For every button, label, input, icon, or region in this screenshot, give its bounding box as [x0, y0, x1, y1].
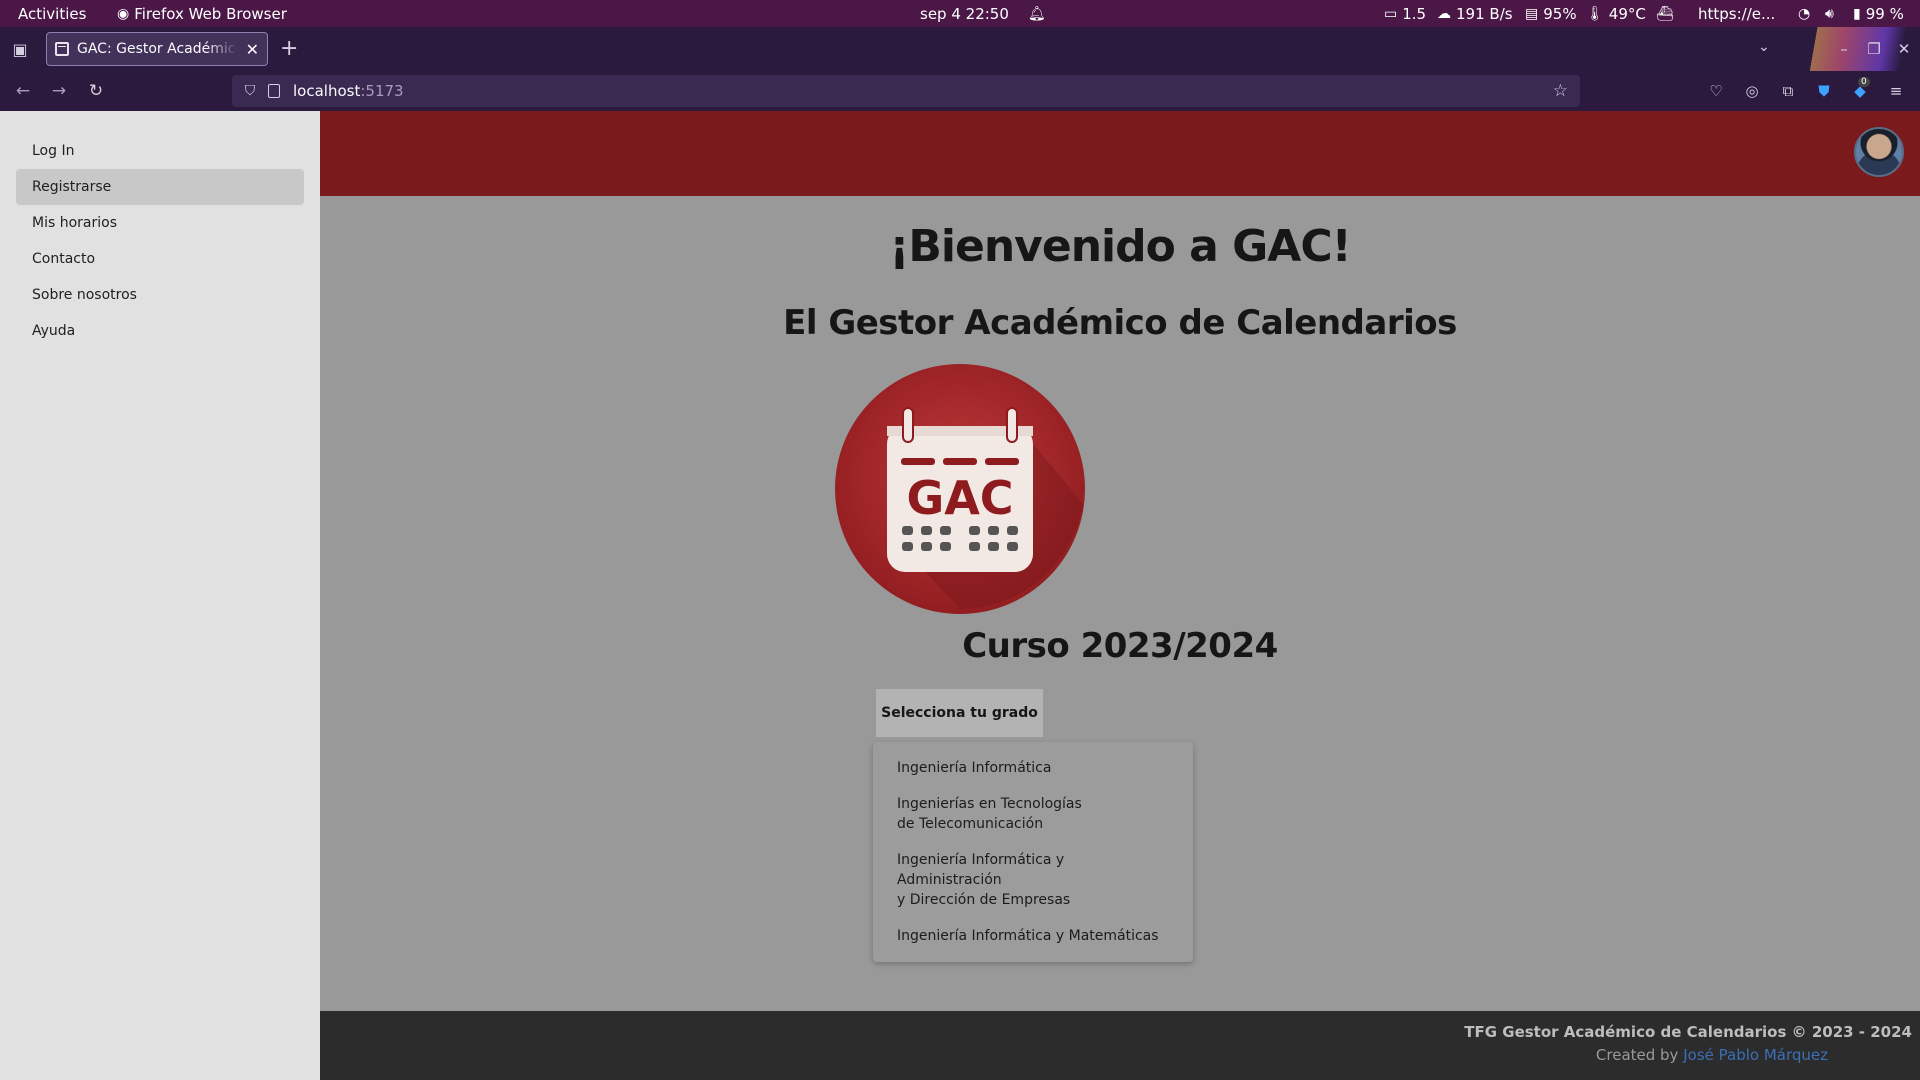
- sidebar-item-log-in[interactable]: Log In: [16, 133, 304, 169]
- url-host: localhost: [293, 82, 361, 100]
- extensions-puzzle-icon[interactable]: ⧉: [1777, 80, 1799, 102]
- url-indicator[interactable]: https://e...: [1698, 0, 1775, 27]
- monitor-indicator[interactable]: ▭ 1.5: [1384, 0, 1426, 27]
- reload-icon[interactable]: ↻: [84, 79, 108, 103]
- select-grade-button[interactable]: Selecciona tu grado: [876, 689, 1043, 737]
- battery-value: 99 %: [1865, 4, 1904, 23]
- grade-option[interactable]: Ingeniería Informática y Matemáticas: [873, 918, 1193, 954]
- gac-logo: GAC: [835, 364, 1085, 614]
- hamburger-menu-icon[interactable]: ≡: [1885, 80, 1907, 102]
- tab-title: GAC: Gestor Académico de Calendarios: [77, 41, 238, 57]
- wifi-status[interactable]: ◔: [1798, 0, 1810, 27]
- new-tab-icon[interactable]: +: [280, 37, 298, 61]
- close-tab-icon[interactable]: ✕: [246, 40, 259, 59]
- volume-status[interactable]: 🔊︎: [1825, 0, 1834, 27]
- clock[interactable]: sep 4 22:50 🔔︎: [920, 0, 1046, 27]
- sidebar-item-contacto[interactable]: Contacto: [16, 241, 304, 277]
- footer-credits: Created by José Pablo Márquez: [320, 1046, 1912, 1064]
- activities-button[interactable]: Activities: [18, 0, 86, 27]
- chevron-down-icon[interactable]: ⌄: [1758, 39, 1770, 55]
- tray-app[interactable]: ⛴: [1656, 0, 1674, 27]
- wifi-icon: ◔: [1798, 5, 1811, 22]
- pocket-icon[interactable]: ♡: [1705, 80, 1727, 102]
- volume-icon: 🔊︎: [1825, 5, 1834, 22]
- monitor-value: 1.5: [1402, 4, 1427, 23]
- network-indicator[interactable]: ☁ 191 B/s: [1437, 0, 1513, 27]
- sidebar-item-ayuda[interactable]: Ayuda: [16, 313, 304, 349]
- url-indicator-label: https://e...: [1698, 4, 1776, 23]
- monitor-icon: ▭: [1384, 5, 1398, 22]
- os-top-bar: Activities ◉ Firefox Web Browser sep 4 2…: [0, 0, 1920, 27]
- grade-option[interactable]: Ingeniería Informática: [873, 750, 1193, 786]
- bell-icon: 🔔︎: [1027, 5, 1046, 22]
- battery-status[interactable]: ▮ 99 %: [1853, 0, 1904, 27]
- grade-option[interactable]: Ingenierías en Tecnologías de Telecomuni…: [873, 786, 1193, 842]
- app-name: Firefox Web Browser: [134, 4, 287, 23]
- page-subtitle: El Gestor Académico de Calendarios: [783, 303, 1457, 343]
- url-bar[interactable]: ⛉ localhost:5173 ☆: [232, 75, 1580, 107]
- sidebar-toggle-icon[interactable]: ▣: [8, 37, 32, 61]
- account-icon[interactable]: ◎: [1741, 80, 1763, 102]
- activities-label: Activities: [18, 4, 87, 23]
- page-footer: TFG Gestor Académico de Calendarios © 20…: [320, 1011, 1920, 1080]
- grade-option-line: de Telecomunicación: [897, 816, 1044, 832]
- footer-copyright: TFG Gestor Académico de Calendarios © 20…: [1464, 1023, 1912, 1041]
- url-text: localhost:5173: [293, 82, 404, 100]
- grade-option-line: Ingenierías en Tecnologías: [897, 796, 1082, 812]
- memory-icon: ▤: [1525, 5, 1539, 22]
- app-menu[interactable]: ◉ Firefox Web Browser: [117, 0, 287, 27]
- temperature-indicator[interactable]: 🌡︎ 49°C: [1586, 0, 1646, 27]
- footer-created-by: Created by: [1595, 1046, 1679, 1064]
- forward-arrow-icon[interactable]: →: [47, 79, 71, 103]
- logo-text: GAC: [906, 471, 1013, 525]
- shield-icon[interactable]: ⛉: [242, 83, 258, 99]
- battery-icon: ▮: [1853, 5, 1861, 22]
- thermometer-icon: 🌡︎: [1586, 5, 1604, 22]
- temperature-value: 49°C: [1608, 4, 1646, 23]
- app-header: [320, 111, 1920, 196]
- browser-nav-bar: ← → ↻ ⛉ localhost:5173 ☆ ♡ ◎ ⧉ ⛊ ◆ ≡: [0, 71, 1920, 111]
- grade-option-line: Ingeniería Informática: [897, 760, 1052, 776]
- grade-option[interactable]: Ingeniería Informática y Administración …: [873, 842, 1193, 918]
- page-viewport: Log In Registrarse Mis horarios Contacto…: [0, 111, 1920, 1080]
- memory-indicator[interactable]: ▤ 95%: [1525, 0, 1577, 27]
- page-icon[interactable]: [268, 84, 280, 98]
- sidebar-item-registrarse[interactable]: Registrarse: [16, 169, 304, 205]
- grade-dropdown-menu: Ingeniería Informática Ingenierías en Te…: [873, 742, 1193, 962]
- grade-option-line: y Dirección de Empresas: [897, 892, 1071, 908]
- url-port: :5173: [360, 82, 404, 100]
- grade-option-line: Ingeniería Informática y Matemáticas: [897, 928, 1159, 944]
- calendar-favicon-icon: [55, 42, 69, 56]
- browser-tab-active[interactable]: GAC: Gestor Académico de Calendarios ✕: [46, 32, 268, 66]
- memory-value: 95%: [1543, 4, 1577, 23]
- sidebar-item-mis-horarios[interactable]: Mis horarios: [16, 205, 304, 241]
- close-window-icon[interactable]: ✕: [1886, 27, 1920, 71]
- author-link[interactable]: José Pablo Márquez: [1683, 1046, 1828, 1064]
- bookmark-star-icon[interactable]: ☆: [1553, 81, 1568, 101]
- grade-option-line: Ingeniería Informática y Administración: [897, 852, 1065, 888]
- datetime-label: sep 4 22:50: [920, 4, 1009, 23]
- docker-icon: ⛴: [1656, 5, 1674, 22]
- avatar[interactable]: [1854, 127, 1904, 177]
- firefox-icon: ◉: [117, 5, 130, 22]
- browser-tab-strip: ▣ GAC: Gestor Académico de Calendarios ✕…: [0, 27, 1920, 71]
- sidebar-item-sobre-nosotros[interactable]: Sobre nosotros: [16, 277, 304, 313]
- page-title: ¡Bienvenido a GAC!: [889, 221, 1351, 272]
- side-navigation: Log In Registrarse Mis horarios Contacto…: [0, 111, 320, 1080]
- main-content: ¡Bienvenido a GAC! El Gestor Académico d…: [320, 196, 1920, 1011]
- cloud-icon: ☁: [1437, 5, 1451, 22]
- network-value: 191 B/s: [1456, 4, 1513, 23]
- extension-badge: 0: [1858, 77, 1870, 87]
- course-title: Curso 2023/2024: [962, 626, 1278, 666]
- bitwarden-icon[interactable]: ⛊: [1813, 80, 1835, 102]
- back-arrow-icon[interactable]: ←: [11, 79, 35, 103]
